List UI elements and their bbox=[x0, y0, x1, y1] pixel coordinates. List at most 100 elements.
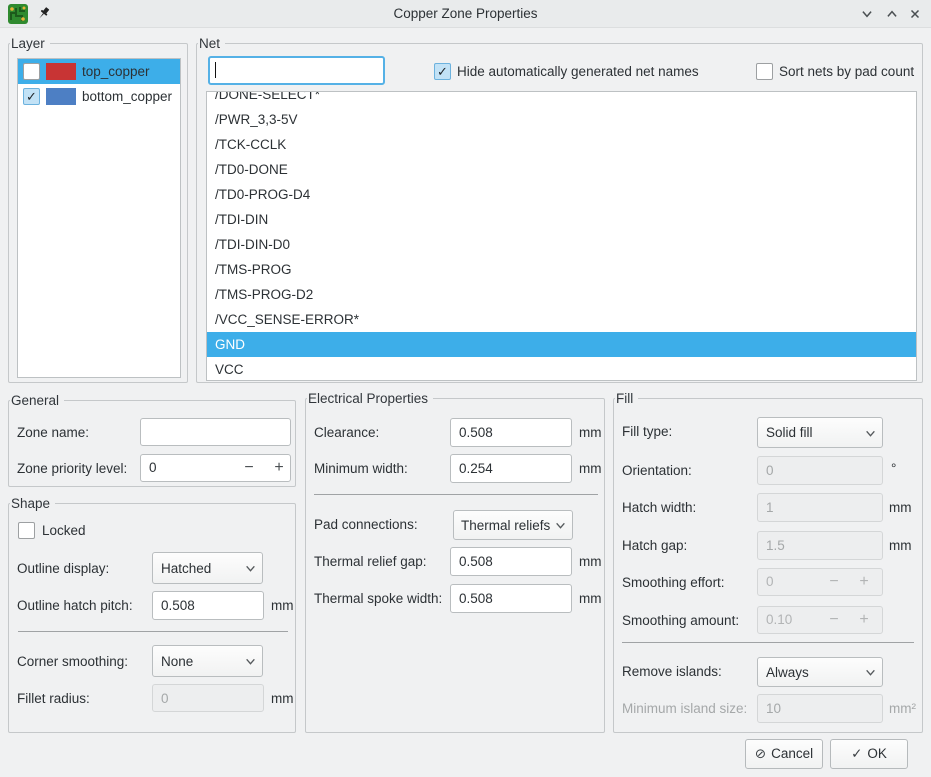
smoothing-effort-spinner: 0 − + bbox=[757, 568, 883, 596]
ok-button-label: OK bbox=[867, 746, 887, 761]
hatch-gap-label: Hatch gap: bbox=[622, 538, 687, 553]
fill-type-dropdown[interactable]: Solid fill bbox=[757, 417, 883, 448]
net-list: /DONE-SELECT* /PWR_3,3-5V /TCK-CCLK /TD0… bbox=[206, 91, 917, 381]
chevron-down-icon bbox=[555, 520, 566, 531]
net-list-item[interactable]: /DONE-SELECT* bbox=[207, 91, 916, 107]
layer-checkbox-bottom-copper[interactable]: ✓ bbox=[23, 88, 40, 105]
zone-name-input[interactable] bbox=[140, 418, 291, 446]
window-maximize-button[interactable] bbox=[885, 7, 901, 23]
thermal-relief-gap-label: Thermal relief gap: bbox=[314, 554, 427, 569]
pad-connections-value: Thermal reliefs bbox=[461, 511, 550, 540]
locked-checkbox[interactable]: ✓ bbox=[18, 522, 35, 539]
cancel-button-label: Cancel bbox=[771, 746, 813, 761]
thermal-spoke-width-input[interactable] bbox=[450, 584, 572, 613]
shape-group-legend: Shape bbox=[10, 495, 55, 512]
minimum-island-size-unit: mm² bbox=[889, 701, 916, 716]
layer-swatch-top-copper bbox=[46, 63, 76, 80]
outline-display-value: Hatched bbox=[161, 553, 211, 584]
thermal-relief-gap-unit: mm bbox=[579, 554, 602, 569]
corner-smoothing-dropdown[interactable]: None bbox=[152, 645, 263, 677]
sort-nets-checkbox[interactable]: ✓ bbox=[756, 63, 773, 80]
zone-priority-spinner[interactable]: 0 − + bbox=[140, 454, 291, 482]
general-group: General Zone name: Zone priority level: … bbox=[8, 400, 296, 487]
minimum-width-label: Minimum width: bbox=[314, 461, 408, 476]
layer-checkbox-top-copper[interactable]: ✓ bbox=[23, 63, 40, 80]
hatch-width-unit: mm bbox=[889, 500, 912, 515]
outline-display-label: Outline display: bbox=[17, 561, 109, 576]
spin-increment-button: + bbox=[856, 569, 872, 594]
ok-button[interactable]: ✓OK bbox=[830, 739, 908, 769]
thermal-spoke-width-label: Thermal spoke width: bbox=[314, 591, 442, 606]
fill-separator bbox=[622, 642, 914, 643]
outline-hatch-pitch-label: Outline hatch pitch: bbox=[17, 598, 133, 613]
clearance-input[interactable] bbox=[450, 418, 572, 447]
smoothing-amount-value: 0.10 bbox=[766, 607, 792, 633]
net-list-item[interactable]: /TMS-PROG bbox=[207, 257, 916, 282]
electrical-group-legend: Electrical Properties bbox=[307, 390, 433, 407]
shape-group: Shape ✓ Locked Outline display: Hatched … bbox=[8, 503, 296, 733]
chevron-down-icon bbox=[245, 656, 256, 667]
electrical-separator bbox=[314, 494, 598, 495]
smoothing-effort-label: Smoothing effort: bbox=[622, 575, 725, 590]
fill-type-label: Fill type: bbox=[622, 424, 672, 439]
layer-label: bottom_copper bbox=[82, 84, 172, 109]
hide-auto-nets-label: Hide automatically generated net names bbox=[457, 64, 699, 79]
hatch-gap-input bbox=[757, 531, 883, 560]
pad-connections-label: Pad connections: bbox=[314, 517, 418, 532]
electrical-group: Electrical Properties Clearance: mm Mini… bbox=[305, 398, 605, 733]
net-list-item[interactable]: /TMS-PROG-D2 bbox=[207, 282, 916, 307]
net-list-item[interactable]: /PWR_3,3-5V bbox=[207, 107, 916, 132]
net-filter-input[interactable] bbox=[208, 56, 385, 85]
minimum-island-size-label: Minimum island size: bbox=[622, 701, 747, 716]
zone-priority-value: 0 bbox=[149, 455, 157, 481]
window-close-button[interactable] bbox=[908, 7, 924, 23]
layer-row-top-copper[interactable]: ✓ top_copper bbox=[18, 59, 180, 84]
chevron-down-icon bbox=[865, 667, 876, 678]
hide-auto-nets-checkbox[interactable]: ✓ bbox=[434, 63, 451, 80]
spin-decrement-button[interactable]: − bbox=[241, 455, 257, 480]
layer-list: ✓ top_copper ✓ bottom_copper bbox=[17, 58, 181, 378]
remove-islands-dropdown[interactable]: Always bbox=[757, 657, 883, 687]
general-group-legend: General bbox=[10, 392, 64, 409]
minimum-island-size-input bbox=[757, 694, 883, 723]
net-list-item-selected[interactable]: GND bbox=[207, 332, 916, 357]
smoothing-amount-label: Smoothing amount: bbox=[622, 613, 739, 628]
window-shade-button[interactable] bbox=[860, 7, 876, 23]
spin-decrement-button: − bbox=[826, 607, 842, 632]
net-group: Net ✓ Hide automatically generated net n… bbox=[196, 43, 923, 383]
net-list-item[interactable]: /VCC_SENSE-ERROR* bbox=[207, 307, 916, 332]
fillet-radius-unit: mm bbox=[271, 691, 294, 706]
net-list-item[interactable]: /TD0-DONE bbox=[207, 157, 916, 182]
layer-row-bottom-copper[interactable]: ✓ bottom_copper bbox=[18, 84, 180, 109]
orientation-input bbox=[757, 456, 883, 485]
pad-connections-dropdown[interactable]: Thermal reliefs bbox=[453, 510, 573, 540]
clearance-unit: mm bbox=[579, 425, 602, 440]
fillet-radius-input bbox=[152, 684, 264, 712]
net-list-item[interactable]: /TD0-PROG-D4 bbox=[207, 182, 916, 207]
net-group-legend: Net bbox=[198, 35, 225, 52]
fill-group: Fill Fill type: Solid fill Orientation: … bbox=[613, 398, 923, 733]
cancel-button[interactable]: ⊘Cancel bbox=[745, 739, 823, 769]
hatch-width-label: Hatch width: bbox=[622, 500, 696, 515]
layer-label: top_copper bbox=[82, 59, 150, 84]
chevron-down-icon bbox=[865, 428, 876, 439]
minimum-width-input[interactable] bbox=[450, 454, 572, 483]
smoothing-effort-value: 0 bbox=[766, 569, 774, 595]
clearance-label: Clearance: bbox=[314, 425, 379, 440]
net-list-item[interactable]: /TCK-CCLK bbox=[207, 132, 916, 157]
outline-hatch-pitch-input[interactable] bbox=[152, 591, 264, 620]
layer-group: Layer ✓ top_copper ✓ bottom_copper bbox=[8, 43, 188, 383]
net-list-item[interactable]: /TDI-DIN bbox=[207, 207, 916, 232]
outline-display-dropdown[interactable]: Hatched bbox=[152, 552, 263, 584]
fill-type-value: Solid fill bbox=[766, 418, 813, 448]
smoothing-amount-spinner: 0.10 − + bbox=[757, 606, 883, 634]
orientation-label: Orientation: bbox=[622, 463, 692, 478]
spin-increment-button[interactable]: + bbox=[271, 455, 287, 480]
net-list-item[interactable]: /TDI-DIN-D0 bbox=[207, 232, 916, 257]
remove-islands-label: Remove islands: bbox=[622, 664, 722, 679]
thermal-relief-gap-input[interactable] bbox=[450, 547, 572, 576]
sort-nets-label: Sort nets by pad count bbox=[779, 64, 914, 79]
titlebar: Copper Zone Properties bbox=[0, 0, 931, 28]
shape-separator bbox=[18, 631, 288, 632]
net-list-item[interactable]: VCC bbox=[207, 357, 916, 381]
